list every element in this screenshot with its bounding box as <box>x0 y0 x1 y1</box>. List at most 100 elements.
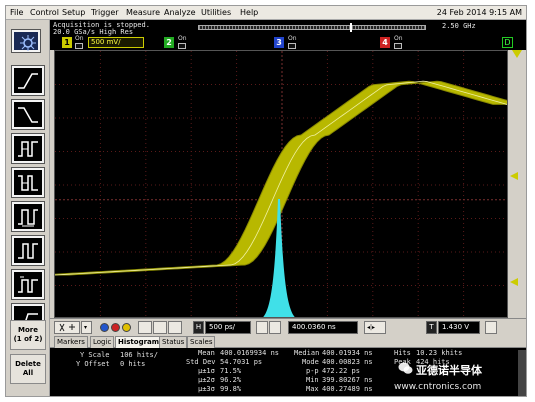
period-icon[interactable] <box>11 201 45 232</box>
channel-4-button[interactable]: 4 <box>380 37 390 48</box>
watermark-url: www.cntronics.com <box>394 382 482 392</box>
cursor-tool-icon[interactable] <box>54 321 80 334</box>
watermark: 亚德诺半导体 www.cntronics.com <box>394 358 524 396</box>
measurement-toolbar: More (1 of 2) Delete All <box>6 20 50 396</box>
acquisition-status-area: Acquisition is stopped. 20.0 GSa/s High … <box>50 20 526 50</box>
trigger-label: T <box>426 321 437 334</box>
horizontal-position-field[interactable]: 400.0360 ns <box>288 321 358 334</box>
watermark-brand: 亚德诺半导体 <box>416 364 482 377</box>
mode-value: 400.00823 ns <box>322 358 373 366</box>
hits-value: 10.23 khits <box>416 349 463 357</box>
channel-4-on-label: On <box>394 35 403 42</box>
mode-label: Mode <box>302 358 319 366</box>
tab-bar: Markers Logic Histogram Status Scales <box>50 335 526 348</box>
y-offset-label: Y Offset <box>76 360 110 368</box>
timeline-marker <box>350 23 352 32</box>
copy-icon[interactable] <box>138 321 152 334</box>
max-label: Max <box>306 385 319 393</box>
channel-2-on-label: On <box>178 35 187 42</box>
yellow-dot-icon[interactable] <box>122 323 131 332</box>
delay-direction-icon[interactable] <box>269 321 281 334</box>
channel-1-button[interactable]: 1 <box>62 37 72 48</box>
sigma-2-label: µ±2σ <box>198 376 215 384</box>
menu-measure[interactable]: Measure <box>126 8 160 17</box>
menu-bar: File Control Setup Trigger Measure Analy… <box>6 6 526 20</box>
falling-edge-icon[interactable] <box>11 99 45 130</box>
sigma-2-value: 96.2% <box>220 376 242 384</box>
std-dev-label: Std Dev <box>186 358 216 366</box>
duty-cycle-icon[interactable] <box>11 235 45 266</box>
pulse-count-icon[interactable] <box>11 269 45 300</box>
tab-histogram[interactable]: Histogram <box>115 336 163 348</box>
more-button[interactable]: More (1 of 2) <box>10 320 46 350</box>
timebase-field[interactable]: 500 ps/ <box>205 321 251 334</box>
menu-control[interactable]: Control <box>30 8 59 17</box>
ground-reference-marker[interactable] <box>510 278 518 286</box>
position-stepper[interactable]: ◂|▸ <box>364 321 386 334</box>
wechat-icon <box>398 362 413 374</box>
channel-1-on-checkbox[interactable] <box>75 43 83 49</box>
delete-all-button[interactable]: Delete All <box>10 354 46 384</box>
right-marker-strip <box>508 50 526 318</box>
rising-edge-icon[interactable] <box>11 65 45 96</box>
digital-channels-button[interactable]: D <box>502 37 513 48</box>
tab-markers[interactable]: Markers <box>54 336 88 348</box>
blue-dot-icon[interactable] <box>100 323 109 332</box>
mean-label: Mean <box>198 349 215 357</box>
menu-analyze[interactable]: Analyze <box>164 8 196 17</box>
waveform-graticule <box>55 51 507 317</box>
tab-logic[interactable]: Logic <box>90 336 115 348</box>
red-dot-icon[interactable] <box>111 323 120 332</box>
channel-1-scale[interactable]: 500 mV/ <box>88 37 144 48</box>
trigger-level-field[interactable]: 1.430 V <box>438 321 480 334</box>
channel-2-button[interactable]: 2 <box>164 37 174 48</box>
menu-utilities[interactable]: Utilities <box>201 8 231 17</box>
sample-rate: 20.0 GSa/s High Res <box>53 28 134 36</box>
menu-file[interactable]: File <box>10 8 23 17</box>
median-label: Median <box>294 349 320 357</box>
sigma-3-label: µ±3σ <box>198 385 215 393</box>
min-value: 399.80267 ns <box>322 376 373 384</box>
median-value: 400.01934 ns <box>322 349 373 357</box>
sigma-1-label: µ±1σ <box>198 367 215 375</box>
channel-2-on-checkbox[interactable] <box>178 43 186 49</box>
y-scale-value: 106 hits/ <box>120 351 158 359</box>
trigger-slope-icon[interactable] <box>485 321 497 334</box>
memory-timeline-bar[interactable] <box>198 25 426 30</box>
delay-reference-icon[interactable] <box>256 321 268 334</box>
menu-trigger[interactable]: Trigger <box>91 8 119 17</box>
tab-scales[interactable]: Scales <box>187 336 216 348</box>
autoscale-button[interactable] <box>11 29 41 53</box>
menu-help[interactable]: Help <box>240 8 258 17</box>
negative-pulse-icon[interactable] <box>11 167 45 198</box>
zoom-tool-icon[interactable]: ▾ <box>81 321 92 334</box>
channel-3-button[interactable]: 3 <box>274 37 284 48</box>
sigma-1-value: 71.5% <box>220 367 242 375</box>
y-scale-label: Y Scale <box>80 351 110 359</box>
channel-3-on-checkbox[interactable] <box>288 43 296 49</box>
print-icon[interactable] <box>153 321 167 334</box>
sigma-3-value: 99.8% <box>220 385 242 393</box>
peak-to-peak-value: 472.22 ps <box>322 367 360 375</box>
min-label: Min <box>306 376 319 384</box>
channel-4-on-checkbox[interactable] <box>394 43 402 49</box>
hits-label: Hits <box>394 349 411 357</box>
channel-1-on-label: On <box>75 35 84 42</box>
mean-value: 400.0169934 ns <box>220 349 280 357</box>
max-value: 400.27489 ns <box>322 385 373 393</box>
channel-3-on-label: On <box>288 35 297 42</box>
bandwidth-readout: 2.50 GHz <box>442 22 476 30</box>
date-time: 24 Feb 2014 9:15 AM <box>436 8 522 17</box>
menu-setup[interactable]: Setup <box>62 8 85 17</box>
trigger-position-marker[interactable] <box>512 50 522 58</box>
trigger-level-marker[interactable] <box>510 172 518 180</box>
peak-to-peak-label: p-p <box>306 367 319 375</box>
horizontal-label: H <box>193 321 204 334</box>
save-icon[interactable] <box>168 321 182 334</box>
std-dev-value: 54.7031 ps <box>220 358 263 366</box>
pulse-width-icon[interactable] <box>11 133 45 164</box>
horizontal-control-bar: ▾ H 500 ps/ 400.0360 ns ◂|▸ T 1.430 V <box>50 318 526 335</box>
waveform-display[interactable] <box>54 50 508 318</box>
tab-status[interactable]: Status <box>159 336 188 348</box>
oscilloscope-window: File Control Setup Trigger Measure Analy… <box>5 5 527 397</box>
